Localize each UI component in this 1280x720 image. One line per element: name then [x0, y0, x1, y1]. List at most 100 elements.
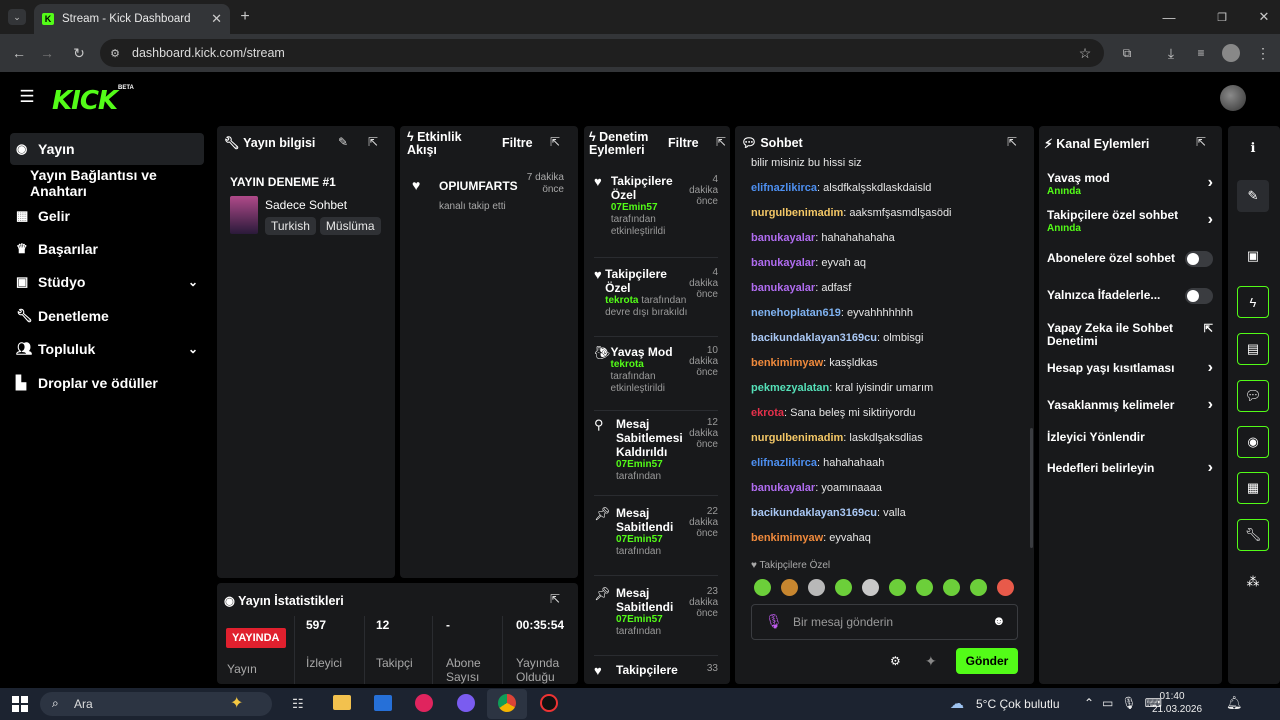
emoji-icon[interactable]: ☻ — [992, 613, 1006, 628]
add-widget-icon[interactable]: ⁂ — [1237, 566, 1269, 598]
sidebar-item-gelir[interactable]: ▦ Gelir — [10, 200, 204, 232]
chat-rail-icon[interactable]: 💬︎ — [1237, 380, 1269, 412]
emote-icon[interactable] — [943, 579, 960, 596]
reload-icon[interactable]: ↻ — [70, 44, 88, 62]
emote-icon[interactable] — [781, 579, 798, 596]
channel-action-7[interactable]: Yasaklanmış kelimeler › — [1047, 396, 1213, 413]
site-settings-icon[interactable]: ⚙ — [107, 45, 123, 61]
sidebar-item-droplar[interactable]: ▙ Droplar ve ödüller — [10, 367, 204, 399]
microphone-icon[interactable]: 🎙︎ — [765, 613, 783, 630]
media-icon[interactable]: ≡ — [1192, 44, 1210, 62]
studio-rail-icon[interactable]: ▦ — [1237, 472, 1269, 504]
chat-username[interactable]: nurgulbenimadim — [751, 432, 843, 444]
channel-action-8[interactable]: İzleyici Yönlendir — [1047, 431, 1213, 444]
channel-action-4[interactable]: Yalnızca İfadelerle... — [1047, 288, 1213, 304]
sidebar-item-yayin[interactable]: ◉ Yayın — [10, 133, 204, 165]
activity-rail-icon[interactable]: ϟ — [1237, 286, 1269, 318]
notes-icon[interactable]: ▤ — [1237, 333, 1269, 365]
back-icon[interactable]: ← — [10, 44, 28, 62]
emote-icon[interactable] — [862, 579, 879, 596]
chat-username[interactable]: ekrota — [751, 407, 784, 419]
extensions-icon[interactable]: ⧉ — [1118, 44, 1136, 62]
profile-icon[interactable] — [1222, 44, 1240, 62]
sidebar-item-denetleme[interactable]: 🔧︎ Denetleme — [10, 300, 204, 332]
task-view-icon[interactable]: ☷ — [292, 696, 304, 712]
broadcast-rail-icon[interactable]: ◉ — [1237, 426, 1269, 458]
download-icon[interactable]: ⤓ — [1162, 44, 1180, 62]
maximize-icon[interactable]: ❐ — [1213, 8, 1231, 26]
edit-icon[interactable]: ✎ — [338, 135, 348, 149]
chat-username[interactable]: elifnazlikirca — [751, 182, 817, 194]
emote-icon[interactable] — [916, 579, 933, 596]
chat-username[interactable]: elifnazlikirca — [751, 457, 817, 469]
channel-action-2[interactable]: Takipçilere özel sohbet Anında › — [1047, 209, 1213, 235]
store-icon[interactable] — [374, 695, 392, 711]
tab-close-icon[interactable]: ✕ — [211, 11, 222, 27]
browser-tab[interactable]: K Stream - Kick Dashboard ✕ — [34, 4, 230, 34]
bookmark-star-icon[interactable]: ☆ — [1076, 44, 1094, 62]
channel-action-1[interactable]: Yavaş mod Anında › — [1047, 172, 1213, 198]
hamburger-icon[interactable]: ☰ — [18, 87, 36, 106]
forward-icon[interactable]: → — [38, 44, 56, 62]
chat-username[interactable]: bacikundaklayan3169cu — [751, 507, 877, 519]
new-tab-icon[interactable]: + — [236, 8, 254, 26]
popout-icon[interactable]: ⇱ — [550, 592, 560, 606]
screenshot-icon[interactable]: ▣ — [1237, 240, 1269, 272]
chat-username[interactable]: banukayalar — [751, 232, 815, 244]
edit-icon[interactable]: ✎ — [1237, 180, 1269, 212]
media-app-icon[interactable] — [415, 694, 433, 712]
popout-icon[interactable]: ⇱ — [550, 135, 560, 149]
kick-logo[interactable]: KICK — [52, 86, 118, 116]
popout-icon[interactable]: ⇱ — [368, 135, 378, 149]
send-button[interactable]: Gönder — [956, 648, 1018, 674]
emote-icon[interactable] — [754, 579, 771, 596]
chat-username[interactable]: nenehoplatan619 — [751, 307, 841, 319]
minimize-icon[interactable]: — — [1160, 8, 1178, 26]
category-name[interactable]: Sadece Sohbet — [265, 198, 347, 212]
toggle-switch[interactable] — [1185, 288, 1213, 304]
mod-filter-button[interactable]: Filtre — [668, 136, 699, 150]
sidebar-item-studyo[interactable]: ▣ Stüdyo ⌄ — [10, 266, 204, 298]
chat-username[interactable]: pekmezyalatan — [751, 382, 829, 394]
chat-settings-icon[interactable]: ⚙ — [890, 654, 901, 668]
address-bar[interactable]: dashboard.kick.com/stream — [100, 39, 1104, 67]
info-icon[interactable]: ℹ — [1237, 132, 1269, 164]
channel-action-5[interactable]: Yapay Zeka ile Sohbet Denetimi ⇱ — [1047, 322, 1213, 348]
clock[interactable]: 01:40 21.03.2026 — [1152, 690, 1202, 716]
popout-icon[interactable]: ⇱ — [1196, 135, 1206, 149]
obs-icon[interactable] — [540, 694, 558, 712]
chat-username[interactable]: benkimimyaw — [751, 357, 823, 369]
emote-icon[interactable] — [808, 579, 825, 596]
emote-picker-icon[interactable]: ✦ — [925, 653, 937, 670]
file-explorer-icon[interactable] — [333, 695, 351, 710]
windows-start-icon[interactable] — [12, 696, 28, 712]
sidebar-item-basarilar[interactable]: ♛ Başarılar — [10, 233, 204, 265]
wrench-rail-icon[interactable]: 🔧︎ — [1237, 519, 1269, 551]
chat-scrollbar[interactable] — [1030, 428, 1033, 548]
notification-icon[interactable]: 🔔︎ — [1226, 695, 1243, 711]
popout-icon[interactable]: ⇱ — [716, 135, 726, 149]
menu-dots-icon[interactable]: ⋮ — [1254, 44, 1272, 62]
channel-action-3[interactable]: Abonelere özel sohbet — [1047, 251, 1213, 267]
chat-username[interactable]: nurgulbenimadim — [751, 207, 843, 219]
channel-action-6[interactable]: Hesap yaşı kısıtlaması › — [1047, 359, 1213, 376]
chat-username[interactable]: bacikundaklayan3169cu — [751, 332, 877, 344]
weather-text[interactable]: 5°C Çok bulutlu — [976, 697, 1060, 711]
channel-action-9[interactable]: Hedefleri belirleyin › — [1047, 459, 1213, 476]
window-close-icon[interactable]: ✕ — [1255, 8, 1273, 26]
chat-username[interactable]: benkimimyaw — [751, 532, 823, 544]
sidebar-item-topluluk[interactable]: 👥︎ Topluluk ⌄ — [10, 333, 204, 365]
emote-icon[interactable] — [997, 579, 1014, 596]
tab-list-icon[interactable]: ⌄ — [8, 9, 26, 25]
emote-icon[interactable] — [835, 579, 852, 596]
chat-username[interactable]: banukayalar — [751, 282, 815, 294]
emote-icon[interactable] — [970, 579, 987, 596]
sidebar-item-stream-key[interactable]: Yayın Bağlantısı ve Anahtarı — [10, 167, 210, 199]
popout-icon[interactable]: ⇱ — [1007, 135, 1017, 149]
activity-filter-button[interactable]: Filtre — [502, 136, 533, 150]
emote-icon[interactable] — [889, 579, 906, 596]
app-icon[interactable] — [457, 694, 475, 712]
chat-username[interactable]: banukayalar — [751, 257, 815, 269]
chat-username[interactable]: banukayalar — [751, 482, 815, 494]
toggle-switch[interactable] — [1185, 251, 1213, 267]
